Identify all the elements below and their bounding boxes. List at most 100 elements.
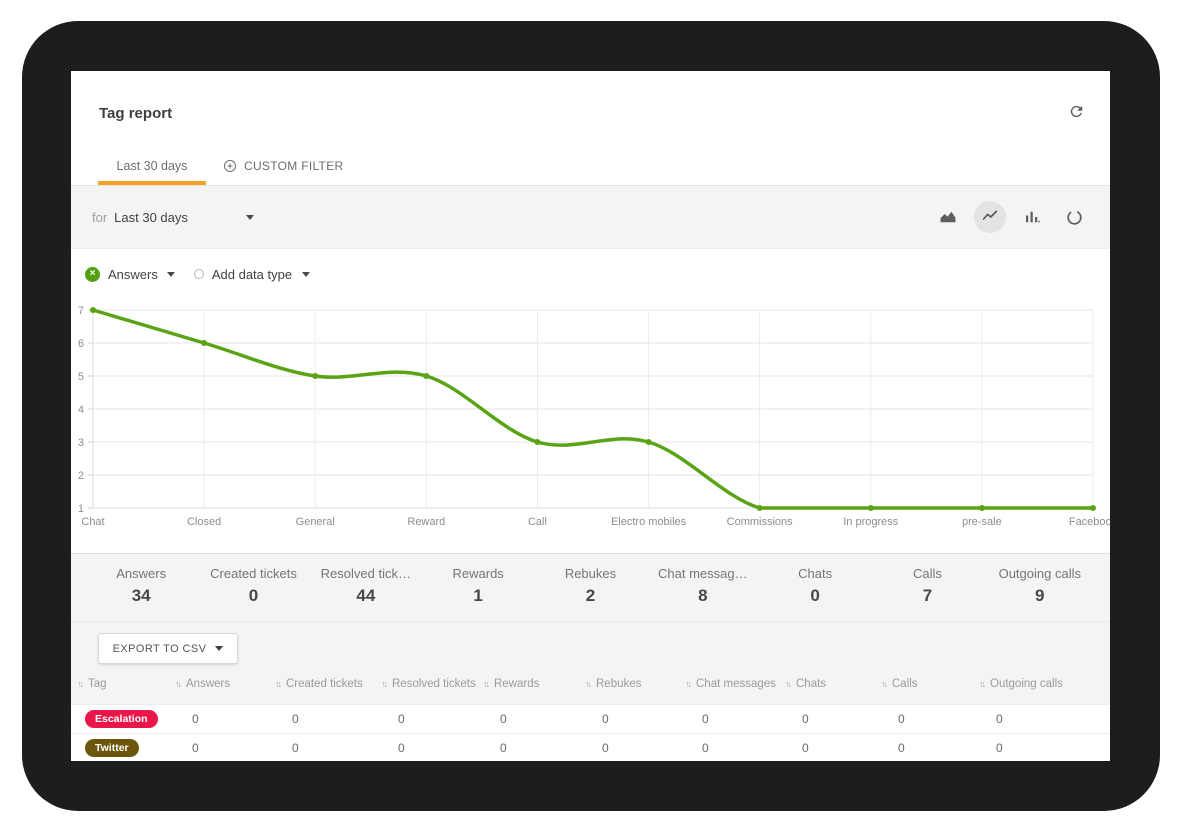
stat-value: 44 <box>310 586 422 606</box>
sort-icon[interactable]: ↑↓ <box>175 679 180 689</box>
chevron-down-icon <box>302 272 310 277</box>
table-cell: 0 <box>483 712 585 726</box>
svg-text:Closed: Closed <box>187 516 221 528</box>
refresh-icon[interactable] <box>1068 103 1088 123</box>
stat-item: Chats 0 <box>759 566 871 621</box>
svg-text:Reward: Reward <box>407 516 445 528</box>
radio-circle-icon <box>194 269 204 279</box>
data-point[interactable] <box>534 439 540 445</box>
series-chip-answers[interactable]: × Answers <box>85 267 175 282</box>
tag-cell: Twitter <box>77 739 175 757</box>
table-cell: 0 <box>483 741 585 755</box>
sort-icon[interactable]: ↑↓ <box>275 679 280 689</box>
column-header-label: Chat messages <box>696 678 776 690</box>
table-cell: 0 <box>881 712 979 726</box>
data-point[interactable] <box>201 340 207 346</box>
table-cell: 0 <box>381 741 483 755</box>
stat-item: Created tickets 0 <box>197 566 309 621</box>
sort-icon[interactable]: ↑↓ <box>77 679 82 689</box>
data-point[interactable] <box>312 373 318 379</box>
column-header-label: Rebukes <box>596 678 641 690</box>
svg-text:1: 1 <box>78 503 84 515</box>
stat-label: Calls <box>871 566 983 581</box>
chart-type-toolbar <box>932 186 1090 248</box>
tag-cell: Escalation <box>77 710 175 728</box>
svg-text:5: 5 <box>78 371 84 383</box>
data-point[interactable] <box>1090 505 1096 511</box>
period-dropdown[interactable]: for Last 30 days <box>92 186 254 248</box>
column-header[interactable]: ↑↓ Tag <box>77 678 175 690</box>
tab-last-30-days[interactable]: Last 30 days <box>98 146 206 185</box>
chevron-down-icon <box>215 646 223 651</box>
stat-value: 34 <box>85 586 197 606</box>
stat-value: 7 <box>871 586 983 606</box>
svg-text:Facebook: Facebook <box>1069 516 1110 528</box>
table-cell: 0 <box>979 712 1110 726</box>
tag-badge: Twitter <box>85 739 139 757</box>
bar-chart-icon[interactable] <box>1016 201 1048 233</box>
column-header-label: Calls <box>892 678 918 690</box>
stat-item: Rewards 1 <box>422 566 534 621</box>
sort-icon[interactable]: ↑↓ <box>685 679 690 689</box>
column-header-label: Rewards <box>494 678 539 690</box>
sort-icon[interactable]: ↑↓ <box>785 679 790 689</box>
sort-icon[interactable]: ↑↓ <box>979 679 984 689</box>
data-point[interactable] <box>868 505 874 511</box>
data-point[interactable] <box>646 439 652 445</box>
svg-text:2: 2 <box>78 470 84 482</box>
stat-value: 2 <box>534 586 646 606</box>
table-cell: 0 <box>979 741 1110 755</box>
table-cell: 0 <box>785 712 881 726</box>
data-point[interactable] <box>90 307 96 313</box>
table-cell: 0 <box>381 712 483 726</box>
data-point[interactable] <box>423 373 429 379</box>
column-header[interactable]: ↑↓ Rewards <box>483 678 585 690</box>
chart-grid: 1234567ChatClosedGeneralRewardCallElectr… <box>78 305 1110 528</box>
stat-label: Chats <box>759 566 871 581</box>
export-to-csv-button[interactable]: EXPORT TO CSV <box>98 633 238 664</box>
refresh-spinner-icon[interactable] <box>1058 201 1090 233</box>
column-header[interactable]: ↑↓ Resolved tickets <box>381 678 483 690</box>
column-header[interactable]: ↑↓ Answers <box>175 678 275 690</box>
line-chart: 1234567ChatClosedGeneralRewardCallElectr… <box>71 299 1110 539</box>
data-point[interactable] <box>979 505 985 511</box>
table-cell: 0 <box>881 741 979 755</box>
data-point[interactable] <box>757 505 763 511</box>
stat-value: 8 <box>647 586 759 606</box>
tab-label: Last 30 days <box>117 159 188 173</box>
column-header[interactable]: ↑↓ Chat messages <box>685 678 785 690</box>
table-cell: 0 <box>585 741 685 755</box>
stats-row: Answers 34 Created tickets 0 Resolved ti… <box>71 553 1110 622</box>
column-header[interactable]: ↑↓ Outgoing calls <box>979 678 1110 690</box>
svg-text:Call: Call <box>528 516 547 528</box>
svg-text:7: 7 <box>78 305 84 317</box>
column-header[interactable]: ↑↓ Rebukes <box>585 678 685 690</box>
add-data-type-button[interactable]: Add data type <box>194 267 310 282</box>
series-chip-label: Answers <box>108 267 158 282</box>
column-header[interactable]: ↑↓ Chats <box>785 678 881 690</box>
svg-text:In progress: In progress <box>843 516 899 528</box>
table-cell: 0 <box>275 741 381 755</box>
sort-icon[interactable]: ↑↓ <box>585 679 590 689</box>
svg-text:Commissions: Commissions <box>727 516 794 528</box>
remove-series-icon[interactable]: × <box>85 267 100 282</box>
area-chart-icon[interactable] <box>932 201 964 233</box>
stat-label: Outgoing calls <box>984 566 1096 581</box>
line-chart-icon[interactable] <box>974 201 1006 233</box>
sort-icon[interactable]: ↑↓ <box>881 679 886 689</box>
stat-item: Rebukes 2 <box>534 566 646 621</box>
sort-icon[interactable]: ↑↓ <box>483 679 488 689</box>
column-header[interactable]: ↑↓ Created tickets <box>275 678 381 690</box>
data-type-row: × Answers Add data type <box>71 249 1110 299</box>
tab-custom-filter[interactable]: CUSTOM FILTER <box>223 146 343 185</box>
line-chart-svg: 1234567ChatClosedGeneralRewardCallElectr… <box>71 299 1110 539</box>
table-cell: 0 <box>785 741 881 755</box>
device-frame: Tag report Last 30 days CUSTOM FILTER fo… <box>22 21 1160 811</box>
table-cell: 0 <box>685 712 785 726</box>
chevron-down-icon <box>246 215 254 220</box>
column-header[interactable]: ↑↓ Calls <box>881 678 979 690</box>
export-button-label: EXPORT TO CSV <box>113 643 207 655</box>
column-header-label: Outgoing calls <box>990 678 1063 690</box>
stat-value: 9 <box>984 586 1096 606</box>
sort-icon[interactable]: ↑↓ <box>381 679 386 689</box>
